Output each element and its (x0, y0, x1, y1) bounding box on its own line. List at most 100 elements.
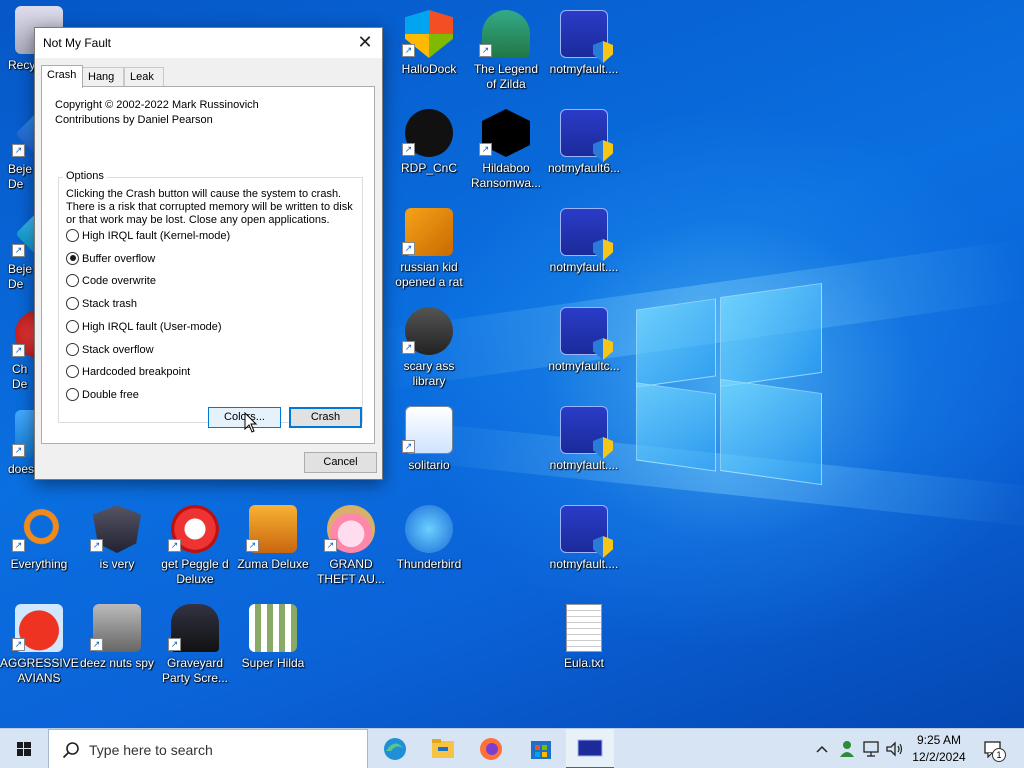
desktop-icon-hallodock[interactable]: ↗ HalloDock (390, 4, 468, 98)
shortcut-arrow-icon: ↗ (402, 242, 415, 255)
bsod-icon (560, 307, 613, 360)
close-button[interactable]: ✕ (348, 28, 382, 58)
desktop-icon-label: notmyfault.... (549, 260, 619, 274)
desktop-icon-rdp-cnc[interactable]: ↗ RDP_CnC (390, 103, 468, 197)
radio-label: Code overwrite (82, 275, 156, 287)
desktop-icon-label: notmyfault.... (549, 557, 619, 571)
desktop-icon-label: Graveyard Party Scre... (161, 656, 229, 685)
clock-date[interactable]: 12/2/2024 (910, 750, 968, 764)
text-file-icon (566, 604, 602, 652)
desktop-icon-eula[interactable]: Eula.txt (545, 598, 623, 692)
desktop-icon-label: Zuma Deluxe (237, 557, 309, 571)
shortcut-arrow-icon: ↗ (168, 638, 181, 651)
radio-button-icon[interactable] (66, 319, 79, 333)
radio-button-checked-icon[interactable] (66, 251, 79, 265)
show-hidden-icons-chevron-icon[interactable] (814, 741, 830, 757)
windows-start-icon (17, 742, 31, 756)
desktop-icon-scary-library[interactable]: ↗ scary ass library (390, 301, 468, 395)
desktop-icon-label: notmyfault.... (549, 62, 619, 76)
radio-high-irql-user[interactable]: High IRQL fault (User-mode) (66, 319, 222, 336)
radio-high-irql-kernel[interactable]: High IRQL fault (Kernel-mode) (66, 228, 231, 245)
window-title: Not My Fault (43, 36, 112, 50)
bsod-icon (560, 10, 613, 63)
desktop-icon-label: Thunderbird (396, 557, 462, 571)
desktop-icon-label: solitario (408, 458, 450, 472)
desktop-icon-is-very[interactable]: ↗ is very (78, 499, 156, 593)
desktop-icon-notmyfault-1[interactable]: notmyfault.... (545, 4, 623, 98)
desktop-icon-aggressive-avians[interactable]: ↗ AGGRESSIVE AVIANS (0, 598, 79, 692)
taskbar-search-box[interactable]: Type here to search (48, 729, 368, 768)
desktop-icon-notmyfault-5[interactable]: notmyfault.... (545, 400, 623, 494)
title-bar[interactable]: Not My Fault ✕ (35, 28, 382, 58)
radio-hardcoded-breakpoint[interactable]: Hardcoded breakpoint (66, 364, 190, 381)
radio-button-icon[interactable] (66, 387, 79, 401)
radio-button-icon[interactable] (66, 296, 79, 310)
desktop-icon-label: Super Hilda (241, 656, 305, 670)
desktop-icon-graveyard-party[interactable]: ↗ Graveyard Party Scre... (156, 598, 234, 692)
people-icon[interactable] (837, 739, 857, 759)
thunderbird-icon (405, 505, 453, 553)
network-icon[interactable] (862, 740, 882, 758)
tab-leak[interactable]: Leak (124, 67, 164, 87)
crash-tab-panel: Copyright © 2002-2022 Mark Russinovich C… (41, 86, 375, 444)
desktop-icon-label: Eula.txt (563, 656, 605, 670)
radio-stack-overflow[interactable]: Stack overflow (66, 342, 154, 359)
radio-label: High IRQL fault (Kernel-mode) (82, 230, 231, 242)
tab-crash[interactable]: Crash (41, 65, 83, 88)
desktop-icon-super-hilda[interactable]: Super Hilda (234, 598, 312, 692)
radio-button-icon[interactable] (66, 364, 79, 378)
clock-time[interactable]: 9:25 AM (916, 733, 962, 747)
radio-code-overwrite[interactable]: Code overwrite (66, 273, 156, 290)
shortcut-arrow-icon: ↗ (90, 638, 103, 651)
edge-icon (384, 738, 406, 760)
shortcut-arrow-icon: ↗ (12, 539, 25, 552)
desktop-icon-everything[interactable]: ↗ Everything (0, 499, 78, 593)
desktop-icon-label: Hildaboo Ransomwa... (470, 161, 542, 190)
desktop-icon-legend-of-zilda[interactable]: ↗ The Legend of Zilda (467, 4, 545, 98)
radio-double-free[interactable]: Double free (66, 387, 139, 404)
file-explorer-icon (432, 739, 454, 758)
desktop-icon-zuma[interactable]: ↗ Zuma Deluxe (234, 499, 312, 593)
desktop-icon-notmyfault-2[interactable]: notmyfault6... (545, 103, 623, 197)
taskbar-notmyfault[interactable] (566, 729, 614, 768)
radio-label: Stack overflow (82, 344, 154, 356)
radio-buffer-overflow[interactable]: Buffer overflow (66, 251, 155, 268)
radio-button-icon[interactable] (66, 273, 79, 287)
desktop-icon-deez-nuts-spy[interactable]: ↗ deez nuts spy (78, 598, 156, 692)
desktop-icon-notmyfault-6[interactable]: notmyfault.... (545, 499, 623, 593)
radio-stack-trash[interactable]: Stack trash (66, 296, 138, 313)
taskbar-store[interactable] (517, 729, 565, 768)
taskbar-firefox[interactable] (467, 729, 515, 768)
desktop-icon-label: russian kid opened a rat (395, 260, 463, 289)
shortcut-arrow-icon: ↗ (12, 638, 25, 651)
desktop-icon-notmyfault-3[interactable]: notmyfault.... (545, 202, 623, 296)
radio-button-icon[interactable] (66, 228, 79, 242)
desktop-icon-solitario[interactable]: ↗ solitario (390, 400, 468, 494)
taskbar-file-explorer[interactable] (419, 729, 467, 768)
action-center-button[interactable]: 1 (978, 729, 1018, 768)
contributions-text: Contributions by Daniel Pearson (55, 114, 213, 126)
bsod-icon (560, 109, 613, 162)
start-button[interactable] (0, 729, 48, 768)
desktop-icon-label: is very (99, 557, 135, 571)
radio-label: Stack trash (82, 298, 138, 310)
taskbar-edge[interactable] (371, 729, 419, 768)
desktop-icon-label: deez nuts spy (79, 656, 155, 670)
shortcut-arrow-icon: ↗ (90, 539, 103, 552)
radio-button-icon[interactable] (66, 342, 79, 356)
shortcut-arrow-icon: ↗ (402, 143, 415, 156)
crash-button[interactable]: Crash (289, 407, 362, 428)
shortcut-arrow-icon: ↗ (402, 44, 415, 57)
desktop-icon-peggle[interactable]: ↗ get Peggle d Deluxe (156, 499, 234, 593)
desktop-icon-russian-kid[interactable]: ↗ russian kid opened a rat (390, 202, 468, 296)
desktop-icon-label: The Legend of Zilda (473, 62, 539, 91)
desktop-icon-label: notmyfault6... (547, 161, 621, 175)
shortcut-arrow-icon: ↗ (12, 244, 25, 257)
desktop-icon-grand-theft[interactable]: ↗ GRAND THEFT AU... (312, 499, 390, 593)
desktop-icon-notmyfault-4[interactable]: notmyfaultc... (545, 301, 623, 395)
desktop-icon-hildaboo[interactable]: ↗ Hildaboo Ransomwa... (467, 103, 545, 197)
tab-hang[interactable]: Hang (82, 67, 124, 87)
volume-icon[interactable] (885, 740, 905, 758)
cancel-button[interactable]: Cancel (304, 452, 377, 473)
desktop-icon-thunderbird[interactable]: Thunderbird (390, 499, 468, 593)
